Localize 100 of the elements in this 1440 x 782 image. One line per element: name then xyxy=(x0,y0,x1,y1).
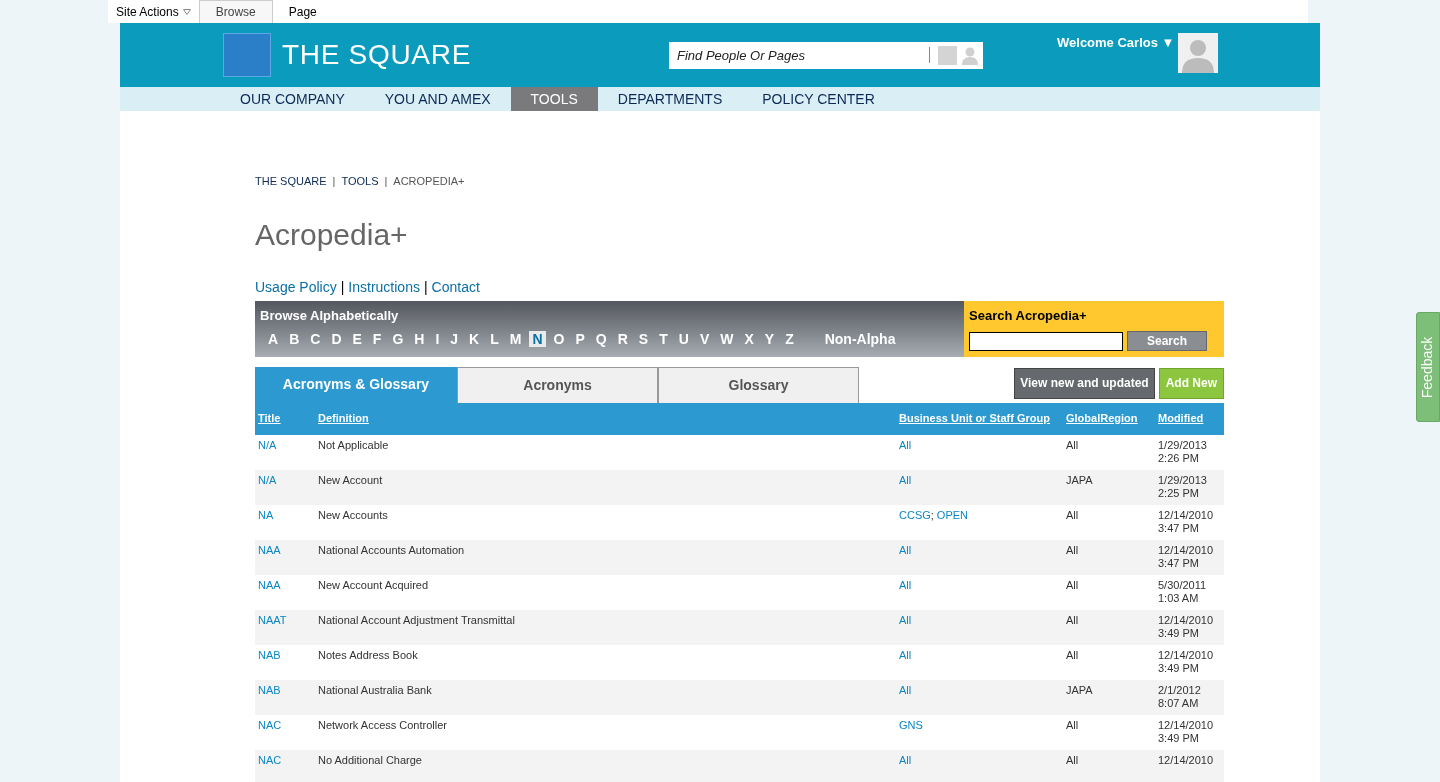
definition-cell-text: Not Applicable xyxy=(318,438,390,452)
info-link[interactable]: Usage Policy xyxy=(255,276,337,298)
unit-link[interactable]: All xyxy=(899,543,912,557)
site-title[interactable]: THE SQUARE xyxy=(282,34,472,76)
modified-time: 3:49 PM xyxy=(1158,626,1200,640)
letter-link[interactable]: C xyxy=(307,331,324,347)
letter-link[interactable]: X xyxy=(741,331,757,347)
nav-item[interactable]: YOU AND AMEX xyxy=(364,87,511,111)
title-link[interactable]: NAAT xyxy=(255,613,318,627)
unit-link[interactable]: OPEN xyxy=(936,508,969,522)
tab[interactable]: Acronyms & Glossary xyxy=(255,366,457,403)
feedback-tab[interactable]: Feedback xyxy=(1416,312,1440,422)
welcome-menu[interactable]: Welcome Carlos ▼ xyxy=(1057,33,1175,53)
unit-link[interactable]: All xyxy=(899,438,912,452)
region-cell-text: JAPA xyxy=(1066,683,1094,697)
letter-link[interactable]: B xyxy=(286,331,303,347)
unit-link[interactable]: All xyxy=(899,648,912,662)
view-updated-button[interactable]: View new and updated xyxy=(1014,367,1155,399)
unit-link[interactable]: All xyxy=(899,473,912,487)
region-cell-text: All xyxy=(1066,753,1080,767)
letter-link[interactable]: Non-Alpha xyxy=(821,331,899,347)
page-title: Acropedia+ xyxy=(255,216,409,253)
letter-link[interactable]: Q xyxy=(592,331,610,347)
modified-date: 1/29/2013 xyxy=(1158,473,1208,487)
region-cell-text: All xyxy=(1066,438,1080,452)
unit-link[interactable]: All xyxy=(899,683,912,697)
ribbon-tab[interactable]: Page xyxy=(272,0,333,23)
letter-link[interactable]: E xyxy=(349,331,365,347)
letter-link[interactable]: F xyxy=(369,331,385,347)
unit-link[interactable]: GNS xyxy=(899,718,923,732)
unit-link[interactable]: All xyxy=(899,578,912,592)
site-actions-menu[interactable]: Site Actions xyxy=(108,0,199,23)
letter-link[interactable]: A xyxy=(265,331,282,347)
definition-cell-text: Notes Address Book xyxy=(318,648,419,662)
letter-link[interactable]: Z xyxy=(782,331,797,347)
definition-cell-text: New Account xyxy=(318,473,384,487)
definition-cell-text: New Accounts xyxy=(318,508,389,522)
letter-link[interactable]: P xyxy=(572,331,588,347)
info-link[interactable]: Contact xyxy=(431,276,480,298)
breadcrumb-link[interactable]: TOOLS xyxy=(341,173,379,190)
definition-cell-text: National Accounts Automation xyxy=(318,543,466,557)
letter-link[interactable]: V xyxy=(696,331,713,347)
nav-item[interactable]: POLICY CENTER xyxy=(742,87,895,111)
title-link[interactable]: NAB xyxy=(255,648,318,662)
separator-text: | xyxy=(423,277,428,297)
logo-icon xyxy=(223,33,271,77)
add-new-button[interactable]: Add New xyxy=(1158,367,1224,399)
column-header[interactable]: Definition xyxy=(318,410,899,427)
letter-link[interactable]: I xyxy=(432,331,443,347)
search-button[interactable]: Search xyxy=(1127,331,1207,351)
title-link[interactable]: NAC xyxy=(255,718,318,732)
letter-link[interactable]: J xyxy=(447,331,462,347)
title-link[interactable]: N/A xyxy=(255,473,318,487)
breadcrumb-current: ACROPEDIA+ xyxy=(393,174,465,189)
browse-title: Browse Alphabetically xyxy=(260,306,400,325)
letter-link[interactable]: R xyxy=(614,331,631,347)
title-link[interactable]: NAA xyxy=(255,578,318,592)
nav-item[interactable]: TOOLS xyxy=(510,87,598,111)
unit-link[interactable]: All xyxy=(899,613,912,627)
column-header[interactable]: Title xyxy=(255,410,318,427)
letter-link[interactable]: M xyxy=(506,331,525,347)
unit-link[interactable]: CCSG xyxy=(899,508,931,522)
letter-link[interactable]: H xyxy=(411,331,428,347)
letter-link[interactable]: D xyxy=(328,331,345,347)
definition-cell-text: National Australia Bank xyxy=(318,683,433,697)
nav-item[interactable]: DEPARTMENTS xyxy=(597,87,743,111)
separator-text: | xyxy=(340,277,345,297)
avatar-icon xyxy=(1178,33,1218,73)
title-link[interactable]: N/A xyxy=(255,438,318,452)
column-header[interactable]: GlobalRegion xyxy=(1066,410,1158,427)
letter-link[interactable]: K xyxy=(466,331,483,347)
letter-link[interactable]: T xyxy=(656,331,671,347)
acronym-search-field[interactable] xyxy=(969,331,1123,351)
column-header[interactable]: Business Unit or Staff Group xyxy=(899,410,1066,427)
breadcrumb-link[interactable]: THE SQUARE xyxy=(255,173,327,190)
letter-link[interactable]: L xyxy=(487,331,502,347)
letter-link[interactable]: O xyxy=(550,331,568,347)
letter-link[interactable]: G xyxy=(389,331,407,347)
letter-link[interactable]: N xyxy=(529,331,546,347)
letter-link[interactable]: S xyxy=(635,331,652,347)
letter-link[interactable]: W xyxy=(717,331,737,347)
nav-item[interactable]: OUR COMPANY xyxy=(220,87,365,111)
modified-time: 3:49 PM xyxy=(1158,731,1200,745)
title-link[interactable]: NAA xyxy=(255,543,318,557)
modified-time: 2:25 PM xyxy=(1158,486,1200,500)
column-header[interactable]: Modified xyxy=(1158,410,1224,427)
info-link[interactable]: Instructions xyxy=(348,276,420,298)
letter-link[interactable]: U xyxy=(675,331,692,347)
unit-link[interactable]: All xyxy=(899,753,912,767)
people-search-field[interactable]: Find People Or Pages xyxy=(669,41,984,69)
ribbon-tab[interactable]: Browse xyxy=(198,0,273,23)
definition-cell-text: New Account Acquired xyxy=(318,578,430,592)
title-link[interactable]: NAB xyxy=(255,683,318,697)
letter-link[interactable]: Y xyxy=(761,331,778,347)
modified-date: 12/14/2010 xyxy=(1158,648,1215,662)
separator-text: ; xyxy=(930,508,934,522)
tab[interactable]: Glossary xyxy=(658,366,859,403)
title-link[interactable]: NAC xyxy=(255,753,318,767)
tab[interactable]: Acronyms xyxy=(457,366,658,403)
title-link[interactable]: NA xyxy=(255,508,318,522)
